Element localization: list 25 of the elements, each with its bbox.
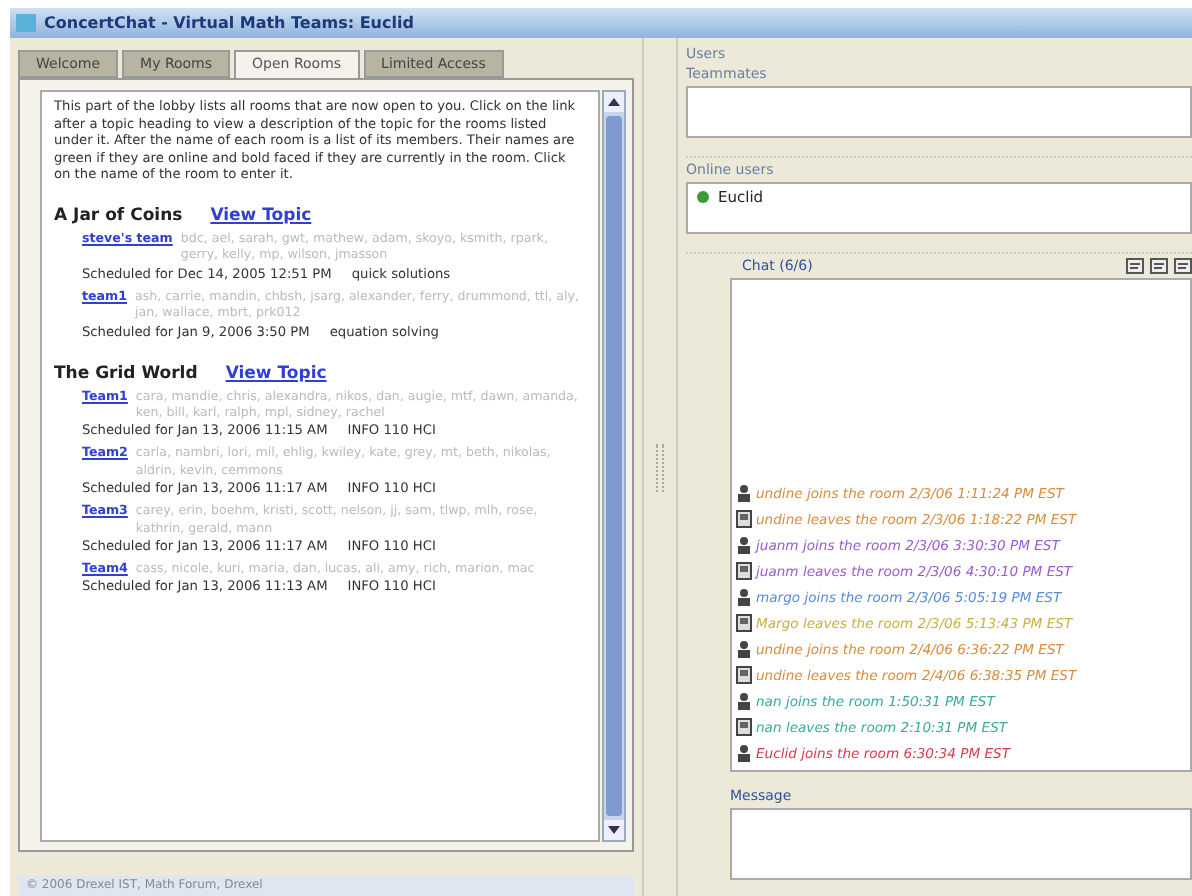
monitor-icon <box>736 614 752 632</box>
view-topic-link[interactable]: View Topic <box>210 205 312 226</box>
app-icon <box>16 14 36 32</box>
toolbar-icon[interactable] <box>1150 258 1168 274</box>
toolbar-icon[interactable] <box>1126 258 1144 274</box>
person-icon <box>736 484 752 502</box>
scroll-down-icon[interactable] <box>604 820 624 840</box>
online-status-icon <box>696 190 710 204</box>
monitor-icon <box>736 718 752 736</box>
view-topic-link[interactable]: View Topic <box>225 363 327 384</box>
person-icon <box>736 588 752 606</box>
topic-title: A Jar of Coins <box>54 205 183 226</box>
window-title: ConcertChat - Virtual Math Teams: Euclid <box>44 14 414 32</box>
person-icon <box>736 744 752 762</box>
toolbar-icon[interactable] <box>1174 258 1192 274</box>
monitor-icon <box>736 510 752 528</box>
monitor-icon <box>736 666 752 684</box>
scroll-up-icon[interactable] <box>604 92 624 112</box>
message-field[interactable] <box>730 808 1192 880</box>
person-icon <box>736 640 752 658</box>
person-icon <box>736 536 752 554</box>
topic-title: The Grid World <box>54 363 198 384</box>
monitor-icon <box>736 562 752 580</box>
scrollbar[interactable] <box>602 90 626 842</box>
person-icon <box>736 692 752 710</box>
